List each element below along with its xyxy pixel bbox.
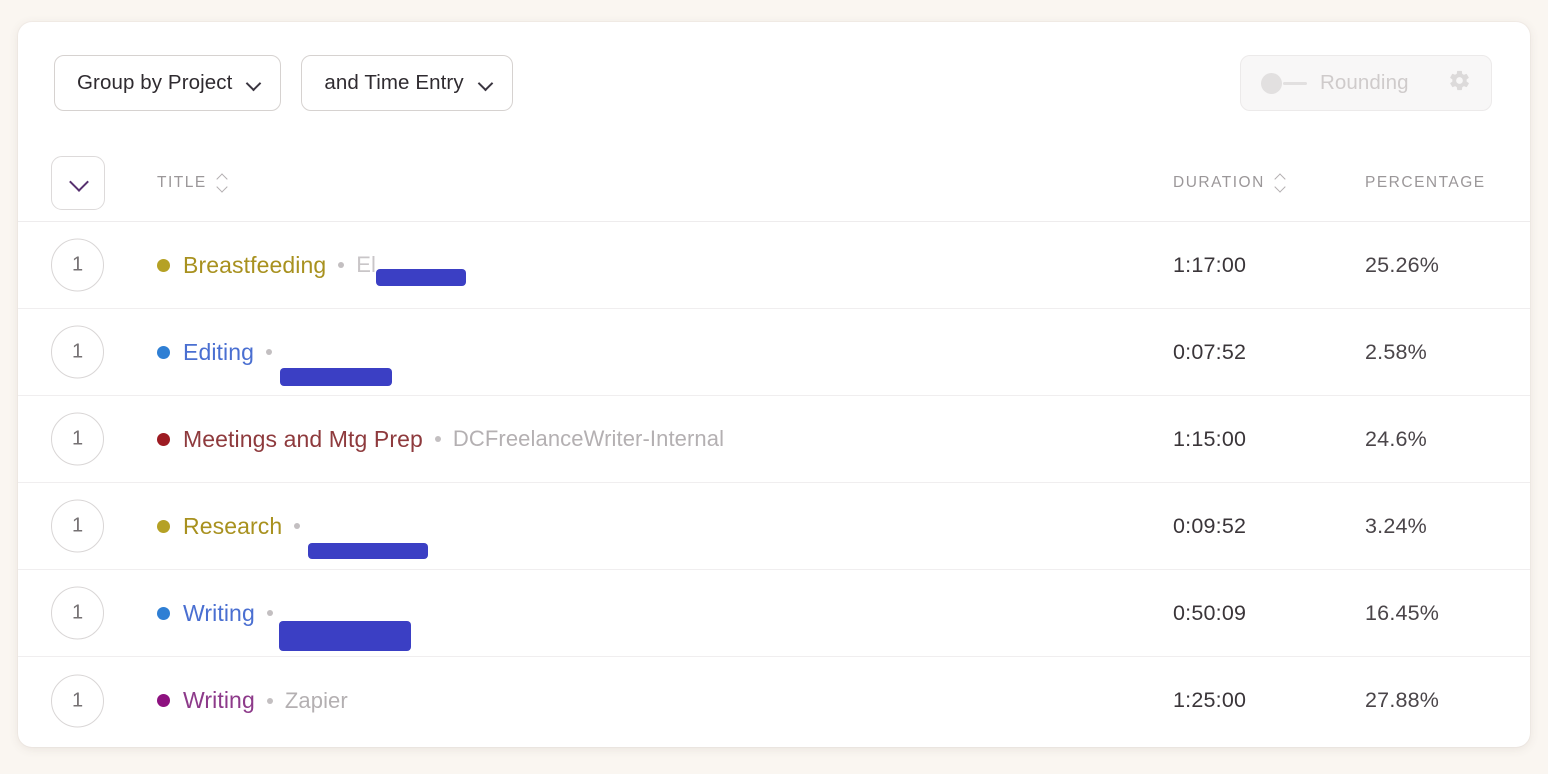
separator-dot-icon — [294, 523, 301, 529]
entry-count-badge: 1 — [51, 674, 104, 727]
row-percentage: 2.58% — [1365, 339, 1427, 364]
table-header: TITLE DURATION PERCENTAGE — [18, 144, 1530, 222]
project-color-dot-icon — [157, 432, 170, 446]
column-header-title-label: TITLE — [157, 173, 207, 191]
chevron-down-icon — [480, 77, 493, 90]
chevron-down-icon — [70, 174, 87, 191]
column-header-title[interactable]: TITLE — [157, 173, 228, 193]
row-title-cell[interactable]: Breastfeeding El — [157, 251, 472, 286]
toggle-knob — [1261, 72, 1282, 94]
redaction-mark — [376, 269, 467, 286]
separator-dot-icon — [266, 697, 273, 704]
column-header-duration[interactable]: DURATION — [1173, 173, 1286, 193]
project-color-dot-icon — [157, 606, 170, 620]
row-duration: 0:50:09 — [1173, 600, 1247, 625]
group-by-dropdown[interactable]: Group by Project — [54, 55, 282, 111]
row-title-cell[interactable]: Writing Zapier — [157, 687, 348, 714]
secondary-group-by-dropdown[interactable]: and Time Entry — [301, 55, 513, 111]
row-title-cell[interactable]: Writing — [157, 599, 417, 651]
group-by-label: Group by Project — [77, 71, 233, 94]
row-project-name: Writing — [183, 599, 255, 626]
redaction-mark — [278, 621, 411, 651]
table-row[interactable]: 1 Breastfeeding El 1:17:00 25.26% — [18, 222, 1530, 309]
table-row[interactable]: 1 Research 0:09:52 3.24% — [18, 483, 1530, 570]
column-header-percentage[interactable]: PERCENTAGE — [1365, 174, 1486, 192]
redaction-mark — [308, 543, 429, 559]
row-duration: 1:25:00 — [1173, 688, 1247, 712]
separator-dot-icon — [338, 262, 345, 268]
entry-count-badge: 1 — [51, 499, 104, 553]
report-page: Group by Project and Time Entry Rounding — [0, 0, 1548, 774]
row-project-name: Breastfeeding — [183, 251, 327, 278]
row-title-cell[interactable]: Meetings and Mtg Prep DCFreelanceWriter-I… — [157, 426, 724, 453]
row-duration: 0:07:52 — [1173, 339, 1247, 364]
redaction-mark — [280, 368, 393, 386]
row-subtitle-redacted: El — [356, 252, 472, 286]
project-color-dot-icon — [157, 694, 170, 707]
sort-icon[interactable] — [217, 173, 228, 193]
toolbar: Group by Project and Time Entry Rounding — [18, 22, 1530, 144]
entry-count-badge: 1 — [51, 586, 104, 640]
rounding-label: Rounding — [1320, 71, 1409, 94]
row-project-name: Writing — [183, 687, 255, 713]
project-color-dot-icon — [157, 519, 170, 533]
table-row[interactable]: 1 Editing 0:07:52 2.58% — [18, 309, 1530, 396]
row-percentage: 3.24% — [1365, 513, 1427, 538]
table-body: 1 Breastfeeding El 1:17:00 25.26% 1 Editing 0:0… — [18, 222, 1530, 744]
rounding-control[interactable]: Rounding — [1240, 55, 1492, 111]
row-subtitle: DCFreelanceWriter-Internal — [452, 426, 725, 451]
expand-all-button[interactable] — [51, 155, 105, 210]
row-percentage: 16.45% — [1365, 600, 1440, 625]
row-project-name: Editing — [183, 338, 255, 365]
column-header-duration-label: DURATION — [1173, 173, 1265, 191]
toggle-track — [1283, 81, 1307, 85]
table-row[interactable]: 1 Writing Zapier 1:25:00 27.88% — [18, 657, 1530, 744]
gear-icon[interactable] — [1448, 69, 1471, 97]
separator-dot-icon — [266, 610, 273, 616]
row-title-cell[interactable]: Research — [157, 512, 434, 559]
project-color-dot-icon — [157, 345, 170, 359]
secondary-group-by-label: and Time Entry — [324, 71, 464, 94]
separator-dot-icon — [266, 349, 273, 355]
table-row[interactable]: 1 Meetings and Mtg Prep DCFreelanceWriter-… — [18, 396, 1530, 483]
rounding-toggle[interactable] — [1261, 72, 1307, 94]
separator-dot-icon — [434, 436, 441, 442]
row-project-name: Meetings and Mtg Prep — [183, 425, 423, 452]
row-duration: 0:09:52 — [1173, 513, 1247, 538]
row-percentage: 24.6% — [1365, 426, 1427, 451]
row-duration: 1:17:00 — [1173, 252, 1247, 277]
row-title-cell[interactable]: Editing — [157, 338, 398, 386]
row-subtitle: Zapier — [284, 687, 348, 713]
entry-count-badge: 1 — [51, 412, 104, 466]
row-percentage: 27.88% — [1365, 688, 1440, 712]
row-duration: 1:15:00 — [1173, 426, 1247, 451]
chevron-down-icon — [248, 77, 261, 90]
entry-count-badge: 1 — [51, 325, 104, 379]
sort-icon[interactable] — [1275, 173, 1286, 193]
column-header-percentage-label: PERCENTAGE — [1365, 173, 1486, 191]
row-project-name: Research — [183, 512, 283, 539]
row-percentage: 25.26% — [1365, 252, 1440, 277]
entry-count-badge: 1 — [51, 238, 104, 292]
report-card: Group by Project and Time Entry Rounding — [18, 22, 1530, 747]
table-row[interactable]: 1 Writing 0:50:09 16.45% — [18, 570, 1530, 657]
project-color-dot-icon — [157, 258, 170, 272]
